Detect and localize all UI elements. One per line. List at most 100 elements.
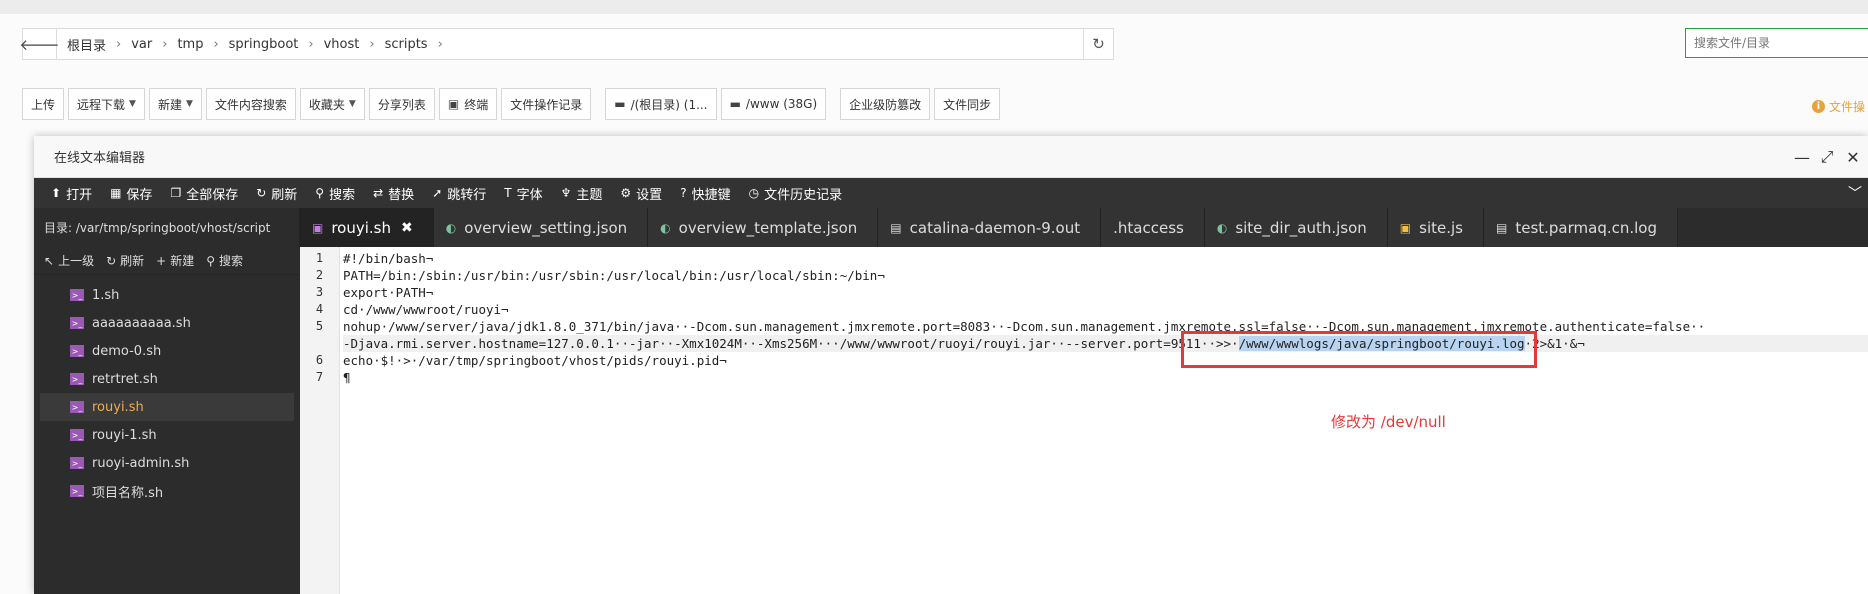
js-file-icon: ▣ [1399,220,1412,235]
tamper-proof-button[interactable]: 企业级防篡改 [840,88,931,120]
tab-site-js[interactable]: ▣ site.js [1387,208,1484,247]
goto-icon: ➚ [432,186,443,200]
code-lines[interactable]: #!/bin/bash¬ PATH=/bin:/sbin:/usr/bin:/u… [340,247,1868,594]
code-area[interactable]: 1 2 3 4 5 6 7 #!/bin/bash¬ PATH=/bin:/sb… [300,247,1868,594]
list-item[interactable]: >_ ruoyi-admin.sh [40,449,294,477]
annotation-text: 修改为 /dev/null [1331,413,1446,431]
breadcrumb: 🡐 根目录 › var › tmp › springboot › vhost › scri… [19,28,1114,60]
line-number: 2 [315,268,324,282]
menu-goto-line[interactable]: ➚ 跳转行 [423,178,495,208]
tab-catalina-daemon[interactable]: ▤ catalina-daemon-9.out [878,208,1102,247]
theme-icon: ♆ [560,186,572,200]
tab-rouyi-sh[interactable]: ▣ rouyi.sh ✖ [300,208,434,247]
chevron-right-icon: › [213,36,219,52]
close-icon[interactable]: ✕ [1846,148,1860,167]
tab-overview-template[interactable]: ◐ overview_template.json [648,208,879,247]
menu-theme[interactable]: ♆ 主题 [552,178,612,208]
terminal-button[interactable]: ▣ 终端 [438,88,498,120]
list-item[interactable]: >_ aaaaaaaaaa.sh [40,309,294,337]
list-item[interactable]: >_ rouyi-1.sh [40,421,294,449]
tree-search-button[interactable]: ⚲ 搜索 [206,252,243,269]
list-item[interactable]: >_ 1.sh [40,281,294,309]
chevron-right-icon: › [437,36,443,52]
menu-save[interactable]: ▦ 保存 [101,178,161,208]
editor-title: 在线文本编辑器 [54,151,146,166]
list-item[interactable]: >_ demo-0.sh [40,337,294,365]
list-item[interactable]: >_ retrtret.sh [40,365,294,393]
file-icon: ▤ [1495,220,1508,235]
search-input[interactable] [1685,28,1868,58]
chevron-right-icon: › [308,36,314,52]
refresh-icon: ↻ [106,253,117,268]
file-icon: ▤ [890,220,902,235]
disk-www-button[interactable]: ▬/www (38G) [720,88,827,120]
tab-test-log[interactable]: ▤ test.parmaq.cn.log [1483,208,1679,247]
menu-history[interactable]: ◷ 文件历史记录 [740,178,852,208]
editor-body: ↖ 上一级 ↻ 刷新 + 新建 ⚲ 搜索 >_ 1.sh >_ aaaaaaaaaa.sh … [34,247,1868,594]
menu-shortcuts[interactable]: ? 快捷键 [671,178,739,208]
breadcrumb-var[interactable]: var › [131,37,167,52]
upload-button[interactable]: 上传 [22,88,65,120]
favorites-button[interactable]: 收藏夹 ▼ [299,88,365,120]
list-item-selected[interactable]: >_ rouyi.sh [40,393,294,421]
menu-search[interactable]: ⚲ 搜索 [306,178,364,208]
menu-open[interactable]: ⬆ 打开 [42,178,101,208]
refresh-icon: ↻ [256,186,267,200]
new-button[interactable]: 新建 ▼ [148,88,202,120]
menu-settings[interactable]: ⚙ 设置 [611,178,671,208]
editor-menu: ⬆ 打开 ▦ 保存 ❐ 全部保存 ↻ 刷新 ⚲ 搜索 ⇄ 替换 ➚ 跳转行 T 字体 ♆ 主题 ⚙… [34,178,1868,208]
remote-download-button[interactable]: 远程下载 ▼ [68,88,145,120]
text-editor-window: 在线文本编辑器 — ⤢ ✕ ⬆ 打开 ▦ 保存 ❐ 全部保存 ↻ 刷新 ⚲ 搜索 ⇄ 替换 … [34,136,1868,594]
menu-replace[interactable]: ⇄ 替换 [364,178,423,208]
file-toolbar: 上传 远程下载 ▼ 新建 ▼ 文件内容搜索 收藏夹 ▼ 分享列表 ▣ 终端 文件操作记录… [22,88,1004,120]
back-button[interactable]: 🡐 [19,29,60,59]
arrow-left-icon: 🡐 [19,35,60,54]
menu-font[interactable]: T 字体 [495,178,551,208]
breadcrumb-vhost[interactable]: vhost › [324,37,375,52]
close-icon[interactable]: ✖ [401,220,413,236]
refresh-button[interactable]: ↻ [1083,29,1113,59]
breadcrumb-items: 根目录 › var › tmp › springboot › vhost › script… [57,35,1083,54]
share-list-button[interactable]: 分享列表 [368,88,435,120]
line-number: 5 [315,319,324,333]
breadcrumb-springboot[interactable]: springboot › [229,37,314,52]
file-ops-notice[interactable]: i 文件操 [1812,98,1865,115]
list-item[interactable]: >_ 项目名称.sh [40,477,294,505]
tab-htaccess[interactable]: .htaccess [1101,208,1205,247]
minimize-icon[interactable]: — [1794,148,1810,167]
menu-save-all[interactable]: ❐ 全部保存 [161,178,247,208]
shell-file-icon: >_ [70,429,84,441]
tab-site-dir-auth[interactable]: ◐ site_dir_auth.json [1204,208,1388,247]
font-icon: T [504,186,512,200]
info-icon: i [1812,100,1825,113]
file-log-button[interactable]: 文件操作记录 [501,88,592,120]
tree-refresh-button[interactable]: ↻ 刷新 [106,252,144,269]
content-search-button[interactable]: 文件内容搜索 [205,88,296,120]
chevron-right-icon: › [162,36,168,52]
chevron-down-icon: ▼ [348,99,356,109]
plus-icon: + [156,253,167,268]
json-file-icon: ◐ [660,220,671,235]
tree-new-button[interactable]: + 新建 [156,252,194,269]
breadcrumb-scripts[interactable]: scripts › [385,37,443,52]
json-file-icon: ◐ [445,220,457,235]
collapse-button[interactable]: ﹀ [1848,178,1862,208]
menu-refresh[interactable]: ↻ 刷新 [247,178,306,208]
line-number: 4 [315,302,324,316]
editor-tabs: 目录: /var/tmp/springboot/vhost/script ▣ ro… [34,208,1868,247]
code-line-wrapped: -Djava.rmi.server.hostname=127.0.0.1··-j… [343,335,1868,352]
tab-overview-setting[interactable]: ◐ overview_setting.json [433,208,649,247]
line-number: 7 [315,370,324,384]
shell-file-icon: >_ [70,485,84,497]
top-strip [0,0,1868,14]
file-sync-button[interactable]: 文件同步 [934,88,1001,120]
maximize-icon[interactable]: ⤢ [1820,147,1834,167]
shell-file-icon: >_ [70,289,84,301]
breadcrumb-tmp[interactable]: tmp › [177,37,218,52]
code-line: cd·/www/wwwroot/ruoyi¬ [343,302,509,317]
breadcrumb-root[interactable]: 根目录 › [67,35,121,54]
current-directory: 目录: /var/tmp/springboot/vhost/script [34,208,300,247]
disk-root-button[interactable]: ▬/(根目录) (1... [605,88,717,120]
tree-up-button[interactable]: ↖ 上一级 [44,252,94,269]
clock-icon: ◷ [748,186,760,200]
